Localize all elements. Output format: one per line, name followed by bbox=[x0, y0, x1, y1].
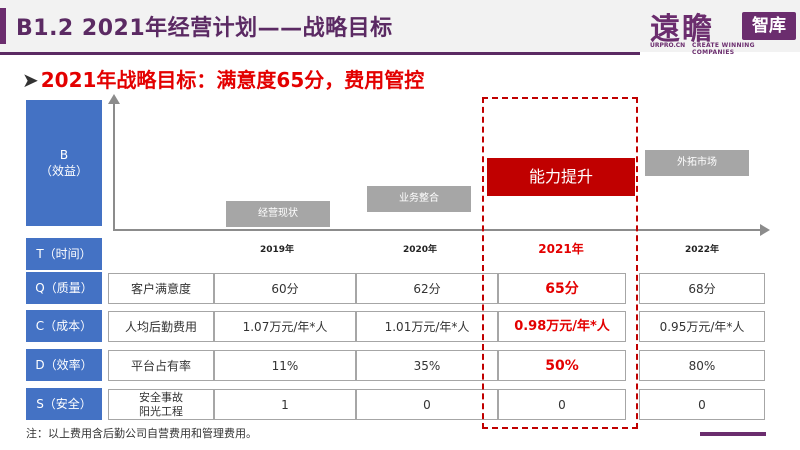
row-label-safety: S（安全） bbox=[26, 388, 102, 420]
logo: 遠瞻 智库 URPRO.CN CREATE WINNING COMPANIES bbox=[650, 4, 798, 56]
benefit-label-line1: B bbox=[59, 148, 69, 162]
page-title: B1.2 2021年经营计划——战略目标 bbox=[16, 16, 393, 41]
logo-slogan-text: CREATE WINNING COMPANIES bbox=[692, 42, 755, 56]
arrow-icon: ➤ bbox=[22, 68, 39, 92]
subtitle-text: 2021年战略目标：满意度65分，费用管控 bbox=[40, 68, 425, 92]
metric-safety: 安全事故 阳光工程 bbox=[108, 389, 214, 420]
row-label-time: T（时间） bbox=[26, 238, 102, 270]
y-axis bbox=[113, 102, 115, 230]
x-axis-arrow-icon bbox=[760, 224, 770, 236]
header-accent bbox=[0, 8, 6, 44]
step-market-expansion: 外拓市场 bbox=[645, 150, 749, 176]
benefit-axis-label: B （效益） bbox=[26, 100, 102, 226]
s-2019: 1 bbox=[214, 389, 356, 420]
year-2022: 2022年 bbox=[684, 245, 720, 255]
step-business-integration: 业务整合 bbox=[367, 186, 471, 212]
x-axis bbox=[113, 229, 763, 231]
logo-box-text: 智库 bbox=[742, 12, 796, 40]
q-2019: 60分 bbox=[214, 273, 356, 304]
logo-url-text: URPRO.CN bbox=[650, 42, 686, 49]
row-label-cost: C（成本） bbox=[26, 310, 102, 342]
year-2019: 2019年 bbox=[259, 245, 295, 255]
subtitle: ➤ 2021年战略目标：满意度65分，费用管控 bbox=[22, 64, 424, 93]
step-current-status: 经营现状 bbox=[226, 201, 330, 227]
q-2022: 68分 bbox=[639, 273, 765, 304]
c-2022: 0.95万元/年*人 bbox=[639, 311, 765, 342]
benefit-label-line2: （效益） bbox=[39, 164, 88, 178]
q-2020: 62分 bbox=[356, 273, 498, 304]
d-2020: 35% bbox=[356, 350, 498, 381]
metric-platform-share: 平台占有率 bbox=[108, 350, 214, 381]
d-2022: 80% bbox=[639, 350, 765, 381]
footer-accent bbox=[700, 432, 766, 436]
c-2020: 1.01万元/年*人 bbox=[356, 311, 498, 342]
highlight-2021-box bbox=[482, 97, 638, 429]
s-2020: 0 bbox=[356, 389, 498, 420]
d-2019: 11% bbox=[214, 350, 356, 381]
year-2020: 2020年 bbox=[402, 245, 438, 255]
row-label-efficiency: D（效率） bbox=[26, 349, 102, 381]
metric-logistics-cost: 人均后勤费用 bbox=[108, 311, 214, 342]
c-2019: 1.07万元/年*人 bbox=[214, 311, 356, 342]
footnote: 注：以上费用含后勤公司自营费用和管理费用。 bbox=[26, 427, 257, 440]
row-label-quality: Q（质量） bbox=[26, 272, 102, 304]
s-2022: 0 bbox=[639, 389, 765, 420]
header-divider bbox=[0, 52, 640, 55]
metric-customer-satisfaction: 客户满意度 bbox=[108, 273, 214, 304]
